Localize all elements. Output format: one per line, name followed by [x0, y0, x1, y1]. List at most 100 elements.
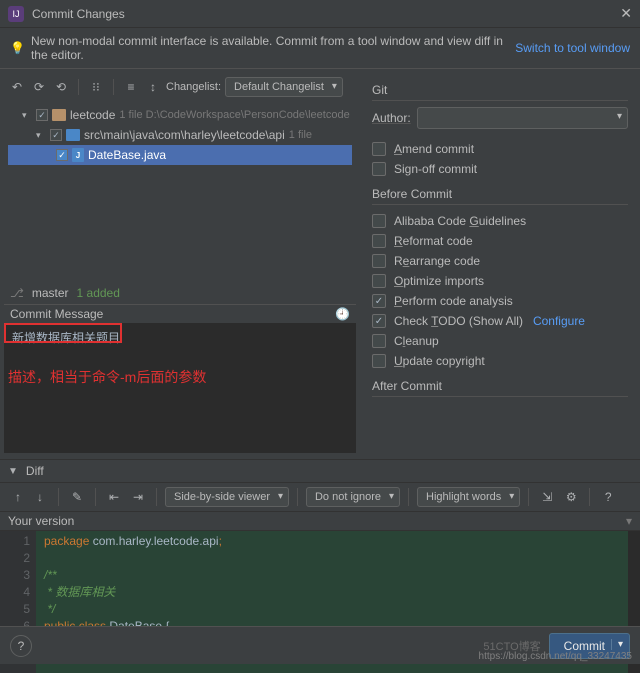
diff-title: Diff: [26, 464, 44, 478]
compare-prev-icon[interactable]: ⇤: [104, 487, 124, 507]
right-panel: Git Author: Amend commit Sign-off commit…: [360, 69, 640, 459]
compare-next-icon[interactable]: ⇥: [128, 487, 148, 507]
before-commit-row[interactable]: Reformat code: [372, 231, 628, 251]
diff-header[interactable]: ▼ Diff: [0, 460, 640, 482]
next-diff-icon[interactable]: ↓: [30, 487, 50, 507]
branch-bar: ⎇ master 1 added: [4, 282, 356, 304]
refresh-icon[interactable]: ⟳: [30, 78, 48, 96]
tree-label: src\main\java\com\harley\leetcode\api: [84, 128, 285, 142]
separator: [95, 488, 96, 506]
option-label: Reformat code: [394, 234, 473, 248]
before-commit-title: Before Commit: [372, 187, 628, 205]
expand-icon[interactable]: ≡: [122, 78, 140, 96]
author-input[interactable]: [417, 107, 628, 129]
signoff-row[interactable]: Sign-off commit: [372, 159, 628, 179]
before-commit-row[interactable]: Update copyright: [372, 351, 628, 371]
checkbox[interactable]: [36, 109, 48, 121]
history-icon[interactable]: 🕘: [335, 307, 350, 321]
commit-message-label: Commit Message: [10, 307, 103, 321]
configure-link[interactable]: Configure: [533, 314, 585, 328]
banner-text: New non-modal commit interface is availa…: [31, 34, 515, 62]
changelist-toolbar: ↶ ⟳ ⟲ ⁝⁝ ≡ ↕ Changelist: Default Changel…: [4, 75, 356, 103]
checkbox[interactable]: [372, 254, 386, 268]
before-commit-row[interactable]: Optimize imports: [372, 271, 628, 291]
revert-icon[interactable]: ↶: [8, 78, 26, 96]
tree-meta: 1 file D:\CodeWorkspace\PersonCode\leetc…: [119, 109, 349, 121]
sync-icon[interactable]: ⟲: [52, 78, 70, 96]
lightbulb-icon: 💡: [10, 41, 25, 55]
amend-commit-row[interactable]: Amend commit: [372, 139, 628, 159]
left-panel: ↶ ⟳ ⟲ ⁝⁝ ≡ ↕ Changelist: Default Changel…: [0, 69, 360, 459]
before-commit-row[interactable]: Check TODO (Show All) Configure: [372, 311, 628, 331]
option-label: Alibaba Code Guidelines: [394, 214, 526, 228]
option-label: Perform code analysis: [394, 294, 513, 308]
checkbox[interactable]: [50, 129, 62, 141]
help-button[interactable]: ?: [10, 635, 32, 657]
git-section-title: Git: [372, 83, 628, 101]
changelist-select[interactable]: Default Changelist: [225, 77, 343, 97]
java-file-icon: J: [72, 148, 84, 162]
ignore-select[interactable]: Do not ignore: [306, 487, 400, 507]
chevron-down-icon[interactable]: ▼: [8, 466, 18, 477]
option-label: Rearrange code: [394, 254, 480, 268]
checkbox[interactable]: [372, 274, 386, 288]
separator: [297, 488, 298, 506]
before-commit-row[interactable]: Cleanup: [372, 331, 628, 351]
before-commit-list: Alibaba Code Guidelines Reformat code Rear…: [372, 211, 628, 371]
tree-package[interactable]: ▾ src\main\java\com\harley\leetcode\api …: [8, 125, 352, 145]
separator: [58, 488, 59, 506]
diff-toolbar: ↑ ↓ ✎ ⇤ ⇥ Side-by-side viewer Do not ign…: [0, 482, 640, 512]
help-icon[interactable]: ?: [598, 487, 618, 507]
collapse-icon[interactable]: ⇲: [537, 487, 557, 507]
tree-file-selected[interactable]: J DateBase.java: [8, 145, 352, 165]
separator: [589, 488, 590, 506]
branch-name[interactable]: master: [32, 286, 69, 300]
banner-link[interactable]: Switch to tool window: [515, 41, 630, 55]
separator: [156, 488, 157, 506]
commit-message-area[interactable]: 新增数据库相关题目 描述，相当于命令-m后面的参数: [4, 323, 356, 453]
branch-icon: ⎇: [10, 286, 24, 300]
package-icon: [66, 129, 80, 141]
option-label: Check TODO (Show All): [394, 314, 523, 328]
before-commit-row[interactable]: Perform code analysis: [372, 291, 628, 311]
tree-meta: 1 file: [289, 129, 312, 141]
checkbox[interactable]: [56, 149, 68, 161]
checkbox[interactable]: [372, 234, 386, 248]
option-label: Optimize imports: [394, 274, 484, 288]
titlebar: IJ Commit Changes ✕: [0, 0, 640, 28]
folder-icon: [52, 109, 66, 121]
author-label: Author:: [372, 111, 411, 125]
option-label: Update copyright: [394, 354, 485, 368]
checkbox[interactable]: [372, 142, 386, 156]
checkbox[interactable]: [372, 334, 386, 348]
checkbox[interactable]: [372, 354, 386, 368]
option-label: Cleanup: [394, 334, 439, 348]
edit-icon[interactable]: ✎: [67, 487, 87, 507]
chevron-down-icon[interactable]: ▾: [22, 110, 32, 121]
checkbox[interactable]: [372, 294, 386, 308]
collapse-icon[interactable]: ↕: [144, 78, 162, 96]
your-version-label[interactable]: Your version: [0, 512, 640, 531]
group-icon[interactable]: ⁝⁝: [87, 78, 105, 96]
changelist-label: Changelist:: [166, 81, 221, 93]
url-watermark: https://blog.csdn.net/qq_33247435: [479, 651, 632, 662]
gear-icon[interactable]: ⚙: [561, 487, 581, 507]
highlight-select[interactable]: Highlight words: [417, 487, 520, 507]
checkbox[interactable]: [372, 314, 386, 328]
file-tree: ▾ leetcode 1 file D:\CodeWorkspace\Perso…: [4, 103, 356, 282]
app-icon: IJ: [8, 6, 24, 22]
signoff-label: Sign-off commit: [394, 162, 477, 176]
chevron-down-icon[interactable]: ▾: [36, 130, 46, 141]
close-icon[interactable]: ✕: [620, 5, 632, 22]
added-count: 1 added: [77, 286, 120, 300]
checkbox[interactable]: [372, 214, 386, 228]
author-row: Author:: [372, 107, 628, 129]
before-commit-row[interactable]: Alibaba Code Guidelines: [372, 211, 628, 231]
checkbox[interactable]: [372, 162, 386, 176]
separator: [113, 79, 114, 95]
viewer-mode-select[interactable]: Side-by-side viewer: [165, 487, 289, 507]
prev-diff-icon[interactable]: ↑: [8, 487, 28, 507]
tree-root[interactable]: ▾ leetcode 1 file D:\CodeWorkspace\Perso…: [8, 105, 352, 125]
before-commit-row[interactable]: Rearrange code: [372, 251, 628, 271]
separator: [408, 488, 409, 506]
